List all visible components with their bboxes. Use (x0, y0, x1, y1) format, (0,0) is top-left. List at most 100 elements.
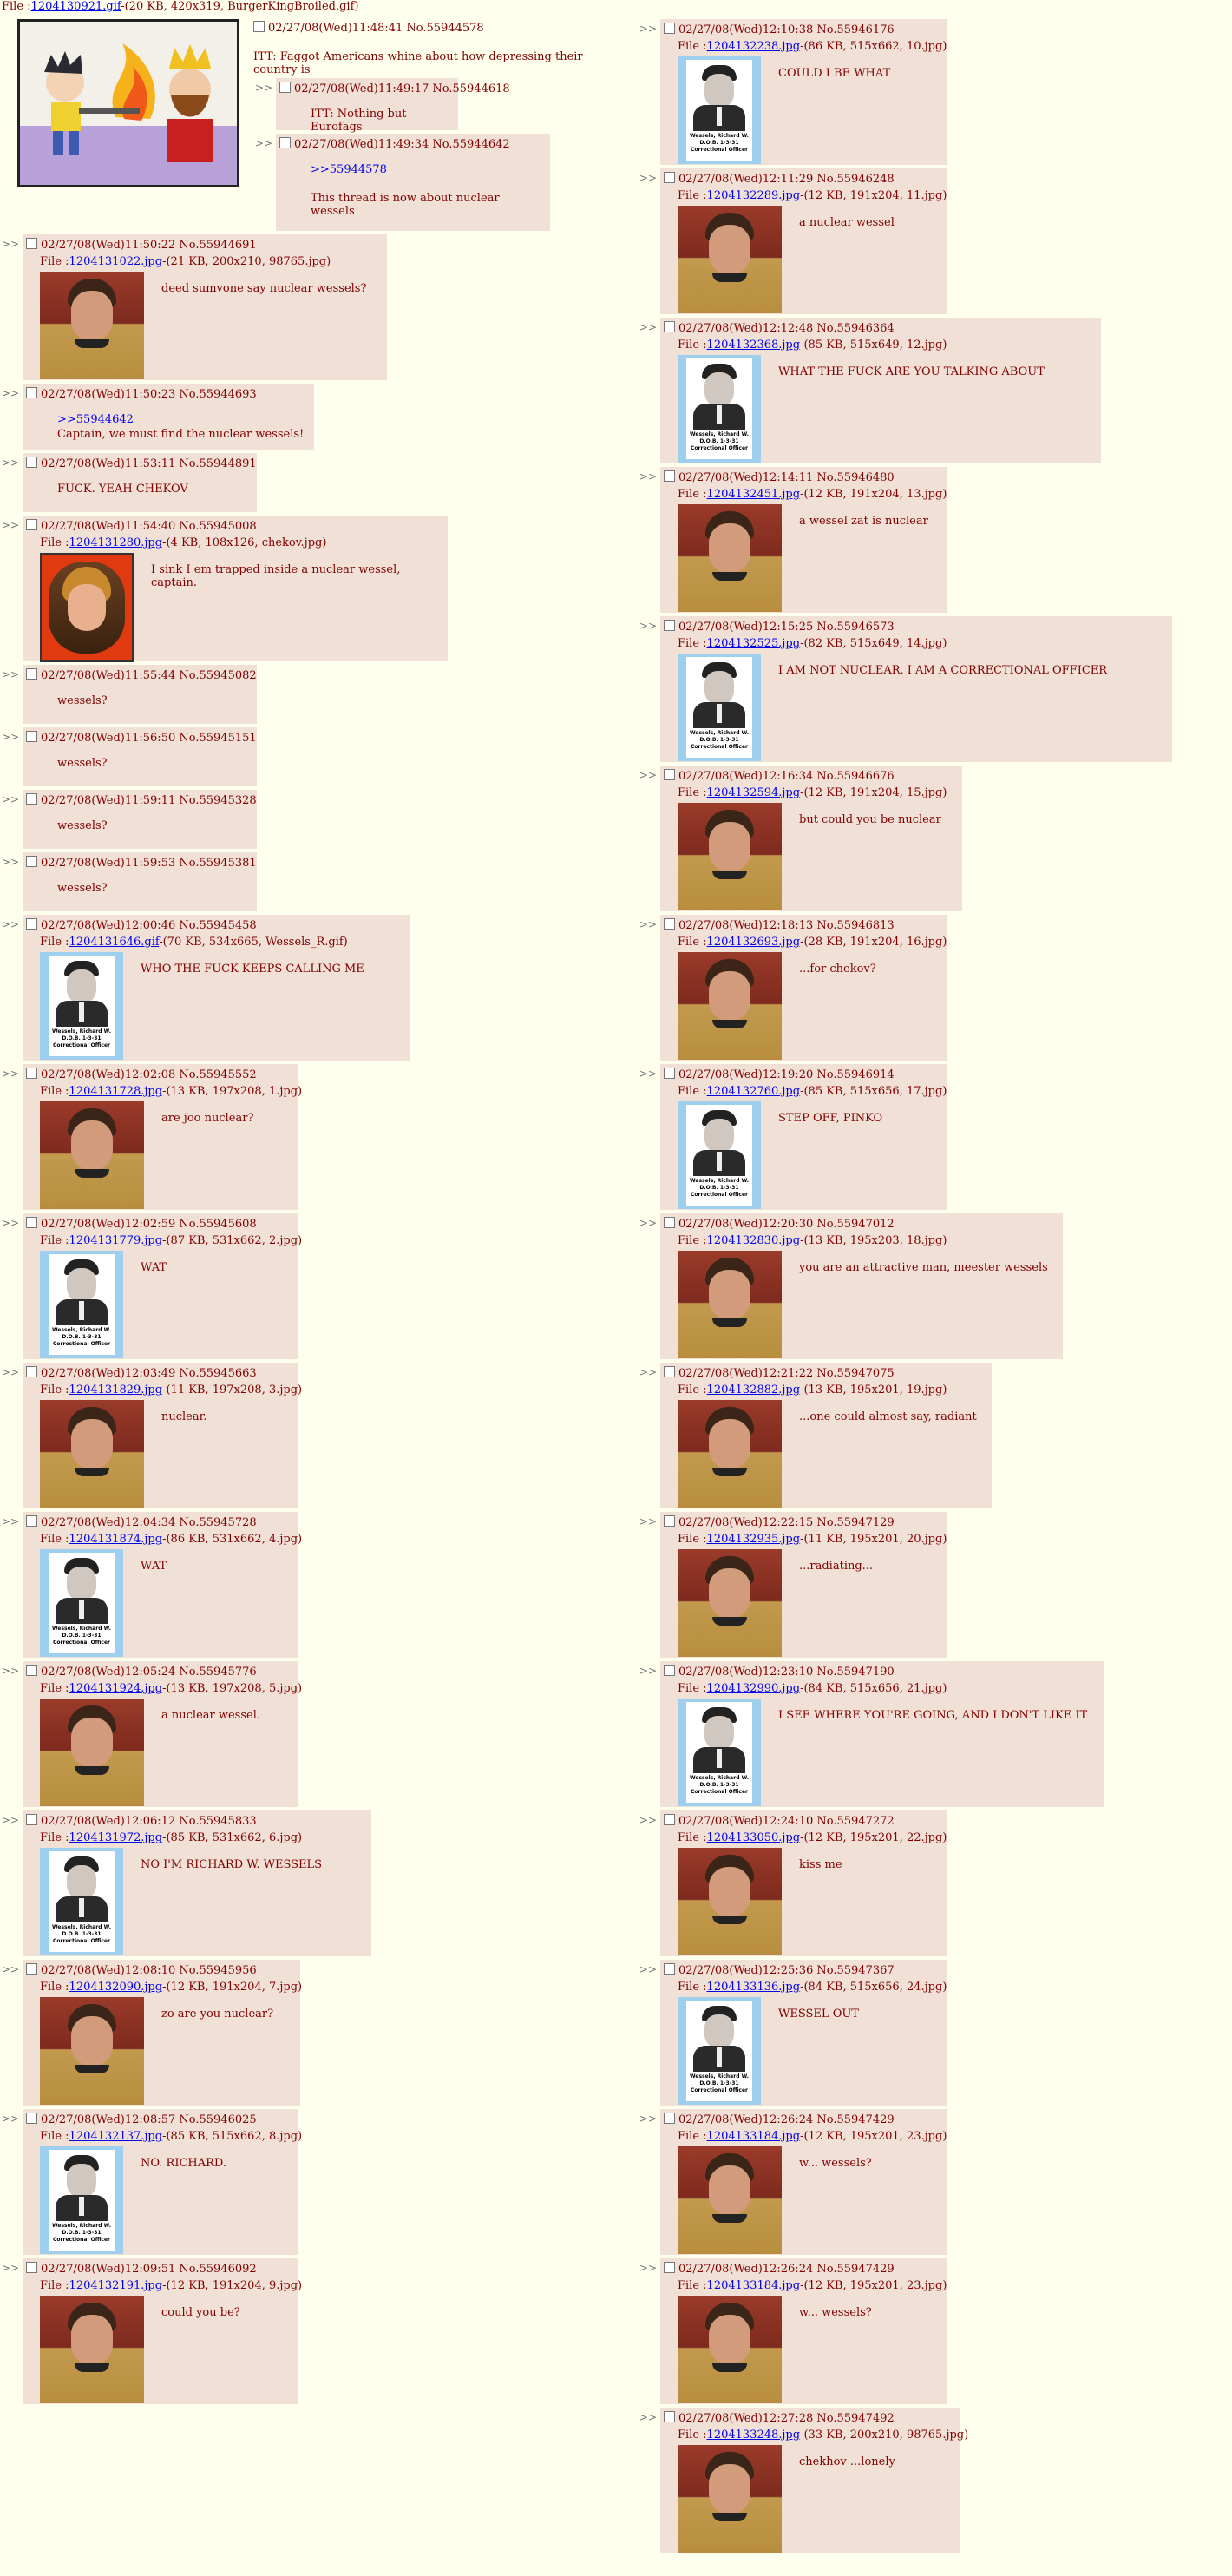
post-checkbox[interactable] (664, 1366, 675, 1377)
file-link[interactable]: 1204133050.jpg (707, 1831, 801, 1844)
post-number[interactable]: No.55947272 (816, 1815, 894, 1828)
post-number[interactable]: No.55944618 (432, 82, 509, 95)
file-link[interactable]: 1204132760.jpg (707, 1085, 801, 1098)
post-number[interactable]: No.55946480 (816, 471, 894, 484)
op-thumbnail-image[interactable] (17, 19, 239, 187)
chekov-thumbnail-image[interactable] (678, 1251, 782, 1358)
post-checkbox[interactable] (26, 519, 37, 530)
post-checkbox[interactable] (664, 1515, 675, 1527)
post-number[interactable]: No.55944642 (432, 138, 509, 151)
file-link[interactable]: 1204132238.jpg (707, 40, 801, 53)
post-checkbox[interactable] (664, 470, 675, 482)
file-link[interactable]: 1204133184.jpg (707, 2279, 801, 2292)
op-checkbox[interactable] (253, 21, 265, 32)
wessels-thumbnail-image[interactable]: Wessels, Richard W. D.O.B. 1-3-31 Correcti… (678, 654, 761, 761)
post-checkbox[interactable] (664, 1665, 675, 1676)
post-checkbox[interactable] (26, 668, 37, 680)
file-link[interactable]: 1204132525.jpg (707, 637, 801, 650)
chekov-thumbnail-image[interactable] (678, 206, 782, 313)
post-number[interactable]: No.55945381 (179, 857, 256, 870)
post-number[interactable]: No.55946676 (816, 770, 894, 783)
chekov-thumbnail-image[interactable] (678, 803, 782, 910)
post-checkbox[interactable] (664, 769, 675, 780)
wessels-thumbnail-image[interactable]: Wessels, Richard W. D.O.B. 1-3-31 Correcti… (678, 1101, 761, 1209)
post-number[interactable]: No.55946364 (816, 322, 894, 335)
post-number[interactable]: No.55945608 (179, 1218, 256, 1231)
file-link[interactable]: 1204132368.jpg (707, 338, 801, 352)
post-number[interactable]: No.55947129 (816, 1516, 894, 1529)
chekov-thumbnail-image[interactable] (678, 1400, 782, 1508)
file-link[interactable]: 1204132137.jpg (69, 2130, 163, 2143)
chekov-thumbnail-image[interactable] (40, 1400, 144, 1508)
chekov-thumbnail-image[interactable] (40, 1699, 144, 1806)
wessels-thumbnail-image[interactable]: Wessels, Richard W. D.O.B. 1-3-31 Correcti… (40, 1549, 123, 1657)
post-checkbox[interactable] (664, 918, 675, 930)
post-checkbox[interactable] (279, 82, 291, 93)
post-number[interactable]: No.55947429 (816, 2113, 894, 2126)
chekov-thumbnail-image[interactable] (40, 1101, 144, 1209)
post-number[interactable]: No.55946248 (816, 173, 894, 186)
post-number[interactable]: No.55946025 (179, 2113, 256, 2126)
post-number[interactable]: No.55946176 (816, 23, 894, 36)
post-checkbox[interactable] (26, 1217, 37, 1228)
post-number[interactable]: No.55946914 (816, 1068, 894, 1081)
file-link[interactable]: 1204133136.jpg (707, 1981, 801, 1994)
file-link[interactable]: 1204132990.jpg (707, 1682, 801, 1695)
file-link[interactable]: 1204131728.jpg (69, 1085, 163, 1098)
post-number[interactable]: No.55947367 (816, 1964, 894, 1977)
chekov-thumbnail-image[interactable] (40, 272, 144, 379)
quote-link[interactable]: >>55944578 (311, 163, 387, 176)
post-checkbox[interactable] (664, 2113, 675, 2124)
post-number[interactable]: No.55945776 (179, 1666, 256, 1679)
post-checkbox[interactable] (26, 1665, 37, 1676)
post-number[interactable]: No.55947190 (816, 1666, 894, 1679)
wessels-thumbnail-image[interactable]: Wessels, Richard W. D.O.B. 1-3-31 Correcti… (678, 56, 761, 164)
op-file-link[interactable]: 1204130921.gif (31, 0, 121, 13)
post-checkbox[interactable] (279, 137, 291, 148)
post-number[interactable]: No.55944891 (179, 457, 256, 470)
quote-link[interactable]: >>55944642 (57, 413, 134, 426)
post-number[interactable]: No.55945833 (179, 1815, 256, 1828)
chekov-thumbnail-image[interactable] (678, 1848, 782, 1955)
post-checkbox[interactable] (26, 731, 37, 742)
post-number[interactable]: No.55945008 (179, 520, 256, 533)
post-checkbox[interactable] (26, 457, 37, 468)
post-checkbox[interactable] (26, 793, 37, 805)
chekov-thumbnail-image[interactable] (678, 952, 782, 1060)
post-checkbox[interactable] (664, 1963, 675, 1975)
post-number[interactable]: No.55945663 (179, 1367, 256, 1380)
file-link[interactable]: 1204131924.jpg (69, 1682, 163, 1695)
post-checkbox[interactable] (26, 1366, 37, 1377)
post-checkbox[interactable] (26, 918, 37, 930)
post-number[interactable]: No.55944578 (406, 22, 483, 35)
post-checkbox[interactable] (26, 2113, 37, 2124)
post-number[interactable]: No.55946092 (179, 2263, 256, 2276)
file-link[interactable]: 1204131829.jpg (69, 1383, 163, 1396)
file-link[interactable]: 1204132693.jpg (707, 936, 801, 949)
post-number[interactable]: No.55945328 (179, 794, 256, 807)
post-checkbox[interactable] (26, 1814, 37, 1825)
post-checkbox[interactable] (664, 172, 675, 183)
file-link[interactable]: 1204131280.jpg (69, 536, 163, 549)
post-checkbox[interactable] (26, 1515, 37, 1527)
post-number[interactable]: No.55946573 (816, 621, 894, 634)
file-link[interactable]: 1204131874.jpg (69, 1533, 163, 1546)
file-link[interactable]: 1204131972.jpg (69, 1831, 163, 1844)
wessels-thumbnail-image[interactable]: Wessels, Richard W. D.O.B. 1-3-31 Correcti… (40, 2146, 123, 2254)
file-link[interactable]: 1204132882.jpg (707, 1383, 801, 1396)
chekov-thumbnail-image[interactable] (678, 504, 782, 612)
post-checkbox[interactable] (664, 2411, 675, 2422)
file-link[interactable]: 1204132935.jpg (707, 1533, 801, 1546)
file-link[interactable]: 1204133248.jpg (707, 2428, 801, 2441)
wessels-thumbnail-image[interactable]: Wessels, Richard W. D.O.B. 1-3-31 Correcti… (678, 1699, 761, 1806)
wessels-thumbnail-image[interactable]: Wessels, Richard W. D.O.B. 1-3-31 Correcti… (678, 1997, 761, 2105)
post-number[interactable]: No.55947075 (816, 1367, 894, 1380)
chekov-thumbnail-image[interactable] (40, 2296, 144, 2403)
post-checkbox[interactable] (664, 1814, 675, 1825)
file-link[interactable]: 1204132451.jpg (707, 488, 801, 501)
post-checkbox[interactable] (26, 856, 37, 867)
post-checkbox[interactable] (664, 1217, 675, 1228)
file-link[interactable]: 1204131646.gif (69, 936, 160, 949)
post-checkbox[interactable] (664, 2262, 675, 2273)
file-link[interactable]: 1204132191.jpg (69, 2279, 163, 2292)
